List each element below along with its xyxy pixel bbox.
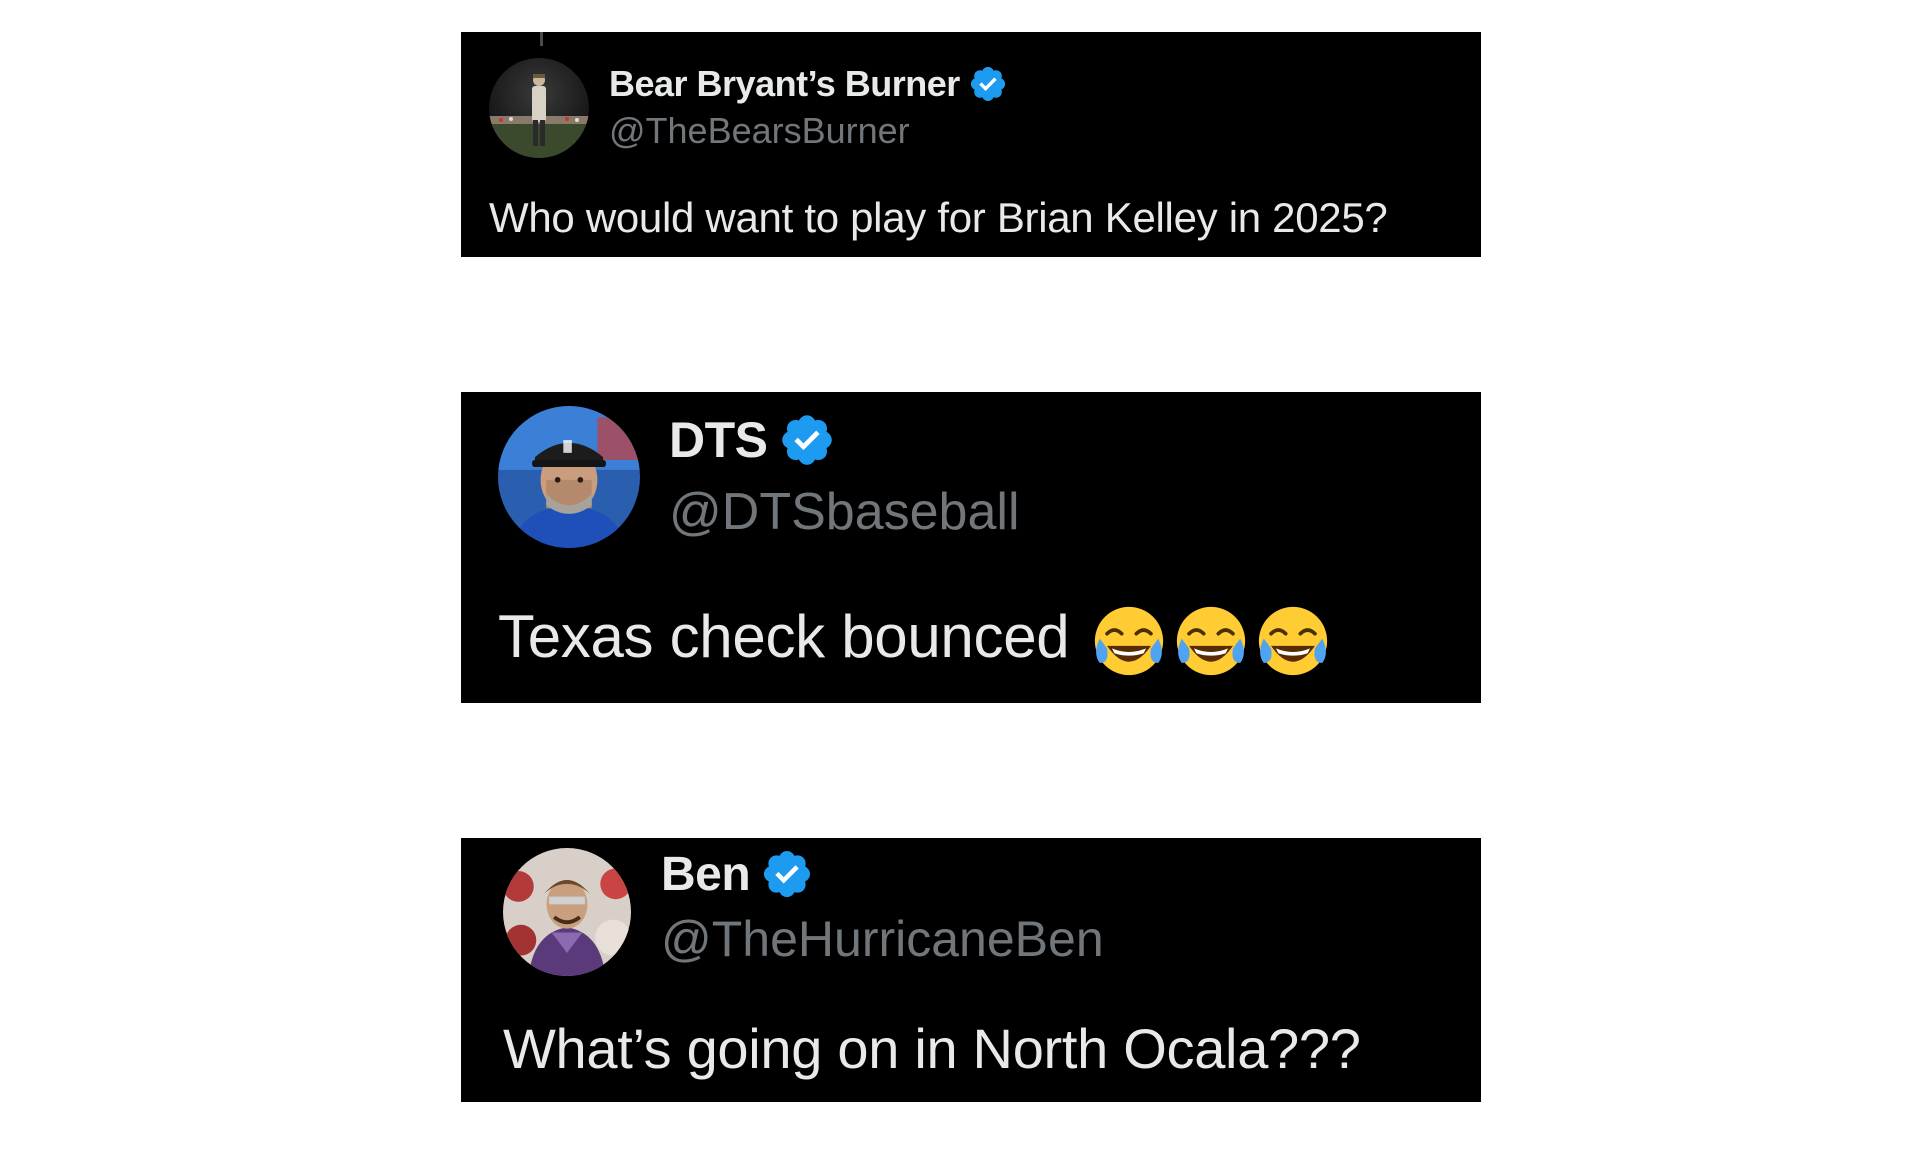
tweet-text: Texas check bounced	[498, 603, 1070, 670]
author-row: Ben	[661, 846, 814, 902]
avatar[interactable]	[498, 406, 640, 548]
tweet-text-row: Texas check bounced	[498, 602, 1332, 680]
verified-badge-icon	[760, 847, 814, 901]
tweet-card[interactable]: Ben @TheHurricaneBen What’s going on in …	[461, 838, 1481, 1102]
thread-connector-line	[540, 32, 543, 46]
tweet-card[interactable]: Bear Bryant’s Burner @TheBearsBurner Who…	[461, 32, 1481, 257]
profile-photo-icon	[503, 848, 631, 976]
author-row: DTS	[669, 408, 836, 472]
face-with-tears-of-joy-icon	[1254, 602, 1332, 680]
username-handle[interactable]: @TheHurricaneBen	[661, 910, 1104, 968]
avatar[interactable]	[503, 848, 631, 976]
username-handle[interactable]: @DTSbaseball	[669, 482, 1020, 542]
username-handle[interactable]: @TheBearsBurner	[609, 110, 910, 152]
display-name[interactable]: DTS	[669, 411, 768, 469]
profile-photo-icon	[498, 406, 640, 548]
tweet-text: What’s going on in North Ocala???	[503, 1017, 1361, 1080]
profile-photo-icon	[489, 58, 589, 158]
display-name[interactable]: Bear Bryant’s Burner	[609, 63, 960, 105]
tweet-card[interactable]: DTS @DTSbaseball Texas check bounced	[461, 392, 1481, 703]
verified-badge-icon	[968, 64, 1008, 104]
face-with-tears-of-joy-icon	[1172, 602, 1250, 680]
display-name[interactable]: Ben	[661, 847, 751, 902]
face-with-tears-of-joy-icon	[1090, 602, 1168, 680]
verified-badge-icon	[778, 411, 836, 469]
author-row: Bear Bryant’s Burner	[609, 60, 1008, 108]
tweet-text: Who would want to play for Brian Kelley …	[489, 194, 1388, 241]
avatar[interactable]	[489, 58, 589, 158]
